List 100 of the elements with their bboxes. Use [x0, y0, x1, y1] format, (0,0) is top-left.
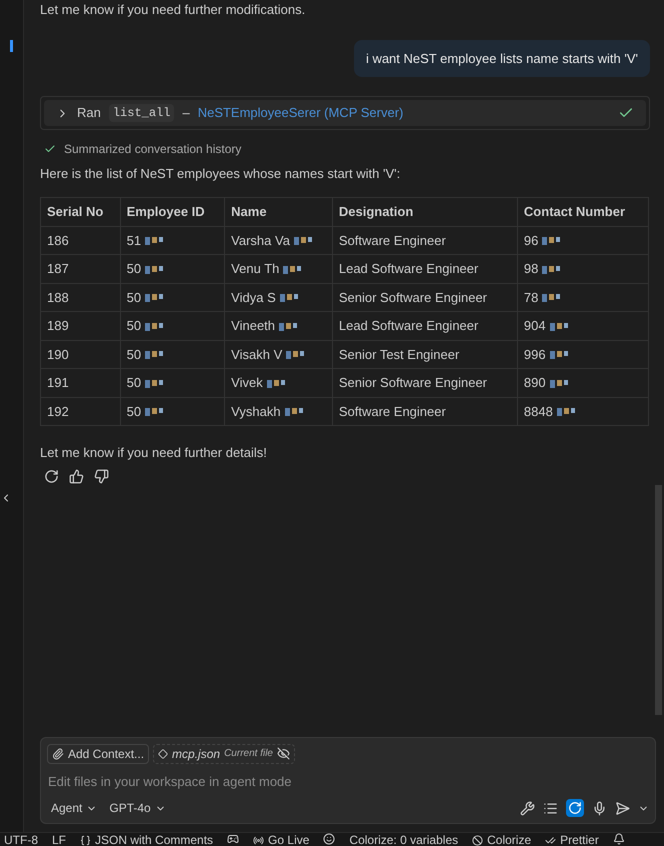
tool-command: list_all — [108, 104, 174, 122]
pixelated-redaction-icon — [284, 408, 303, 416]
table-cell: Software Engineer — [332, 397, 518, 426]
table-cell: 996 — [517, 340, 648, 368]
tool-run-panel[interactable]: Ran list_all – NeSTEmployeeSerer (MCP Server) — [40, 96, 650, 130]
pixelated-redaction-icon — [542, 237, 560, 246]
retry-icon[interactable] — [44, 468, 59, 484]
table-cell: Lead Software Engineer — [332, 254, 518, 283]
user-message-bubble: i want NeST employee lists name starts with 'V' — [354, 40, 650, 77]
table-cell: 50 — [120, 312, 225, 340]
summary-text: Summarized conversation history — [64, 141, 242, 158]
microphone-icon[interactable] — [592, 800, 607, 816]
thumbs-up-icon[interactable] — [69, 468, 84, 484]
pixelated-redaction-icon — [556, 408, 575, 416]
table-cell: 51 — [120, 226, 225, 254]
broadcast-icon — [253, 834, 264, 846]
eye-off-icon[interactable] — [276, 747, 290, 760]
intro-text: Here is the list of NeST employees whose names start with 'V': — [40, 165, 402, 183]
table-cell: 190 — [40, 340, 120, 368]
pixelated-redaction-icon — [145, 408, 164, 416]
table-cell: 191 — [40, 368, 120, 397]
server-link[interactable]: NeSTEmployeeSerer (MCP Server) — [198, 103, 404, 123]
column-header: Serial No — [40, 197, 120, 226]
table-cell: 904 — [517, 312, 648, 340]
table-cell: 890 — [517, 368, 648, 397]
table-cell: Senior Software Engineer — [332, 283, 518, 312]
table-cell: 50 — [120, 340, 225, 368]
status-text: UTF-8 — [4, 833, 38, 846]
paperclip-icon — [52, 748, 64, 760]
file-icon — [158, 748, 168, 758]
assistant-message: Let me know if you need further modifications. — [40, 1, 306, 19]
table-cell: Vidya S — [224, 283, 332, 312]
pixelated-redaction-icon — [145, 322, 164, 331]
table-cell: Venu Th — [224, 254, 332, 283]
send-icon[interactable] — [615, 800, 630, 816]
pixelated-redaction-icon — [286, 351, 304, 360]
table-cell: Senior Test Engineer — [332, 340, 518, 368]
column-header: Designation — [332, 197, 518, 226]
pixelated-redaction-icon — [542, 266, 560, 274]
table-cell: 78 — [517, 283, 648, 312]
table-cell: 50 — [120, 283, 225, 312]
status-text: Go Live — [268, 833, 310, 846]
add-context-button[interactable]: Add Context... — [47, 744, 150, 764]
pixelated-redaction-icon — [279, 322, 298, 331]
thumbs-down-icon[interactable] — [94, 468, 109, 484]
pixelated-redaction-icon — [145, 294, 164, 302]
table-cell: 96 — [517, 226, 648, 254]
no-entry-icon — [472, 834, 484, 846]
current-file-chip[interactable]: mcp.json Current file — [153, 744, 295, 764]
table-cell: 8848 — [517, 397, 648, 426]
table-cell: Visakh V — [224, 340, 332, 368]
pixelated-redaction-icon — [550, 351, 568, 360]
table-cell: 187 — [40, 254, 120, 283]
pixelated-redaction-icon — [550, 322, 568, 331]
status-text: Colorize: 0 variables — [349, 833, 458, 846]
table-cell: Senior Software Engineer — [332, 368, 518, 397]
table-cell: 50 — [120, 368, 225, 397]
model-dropdown[interactable]: GPT-4o — [101, 799, 174, 817]
pixelated-redaction-icon — [542, 294, 560, 302]
mode-dropdown[interactable]: Agent — [47, 799, 102, 817]
table-cell: Varsha Va — [224, 226, 332, 254]
pixelated-redaction-icon — [280, 294, 298, 302]
pixelated-redaction-icon — [283, 266, 302, 274]
pixelated-redaction-icon — [145, 380, 164, 388]
table-cell: 186 — [40, 226, 120, 254]
pixelated-redaction-icon — [294, 237, 312, 246]
table-cell: 50 — [120, 254, 225, 283]
separator: – — [182, 104, 190, 122]
table-cell: Software Engineer — [332, 226, 518, 254]
tools-icon[interactable] — [520, 800, 535, 816]
braces-icon — [80, 834, 92, 846]
table-cell: Vivek — [224, 368, 332, 397]
pixelated-redaction-icon — [550, 380, 568, 388]
pixelated-redaction-icon — [145, 237, 164, 246]
double-check-icon — [545, 834, 556, 846]
table-cell: Vyshakh — [224, 397, 332, 426]
table-cell: 192 — [40, 397, 120, 426]
pixelated-redaction-icon — [266, 380, 285, 388]
file-name: mcp.json — [172, 746, 220, 762]
status-text: Colorize — [487, 833, 532, 846]
table-cell: 189 — [40, 312, 120, 340]
closing-text: Let me know if you need further details! — [40, 444, 268, 462]
chat-input-field[interactable]: Edit files in your workspace in agent mode — [47, 772, 649, 791]
tool-run-label: Ran — [77, 104, 101, 122]
table-cell: Lead Software Engineer — [332, 312, 518, 340]
table-cell: 50 — [120, 397, 225, 426]
status-text: Prettier — [560, 833, 599, 846]
scrollbar-thumb[interactable] — [655, 485, 662, 715]
column-header: Employee ID — [120, 197, 225, 226]
status-text: JSON with Comments — [95, 833, 214, 846]
status-text: LF — [52, 833, 66, 846]
list-icon[interactable] — [543, 800, 558, 816]
file-note: Current file — [224, 747, 273, 761]
smiley-icon[interactable] — [323, 833, 336, 845]
pixelated-redaction-icon — [145, 351, 164, 360]
refresh-button[interactable] — [566, 799, 584, 817]
table-cell: Vineeth — [224, 312, 332, 340]
column-header: Contact Number — [517, 197, 648, 226]
table-cell: 98 — [517, 254, 648, 283]
notification-bell-icon[interactable] — [612, 833, 625, 845]
